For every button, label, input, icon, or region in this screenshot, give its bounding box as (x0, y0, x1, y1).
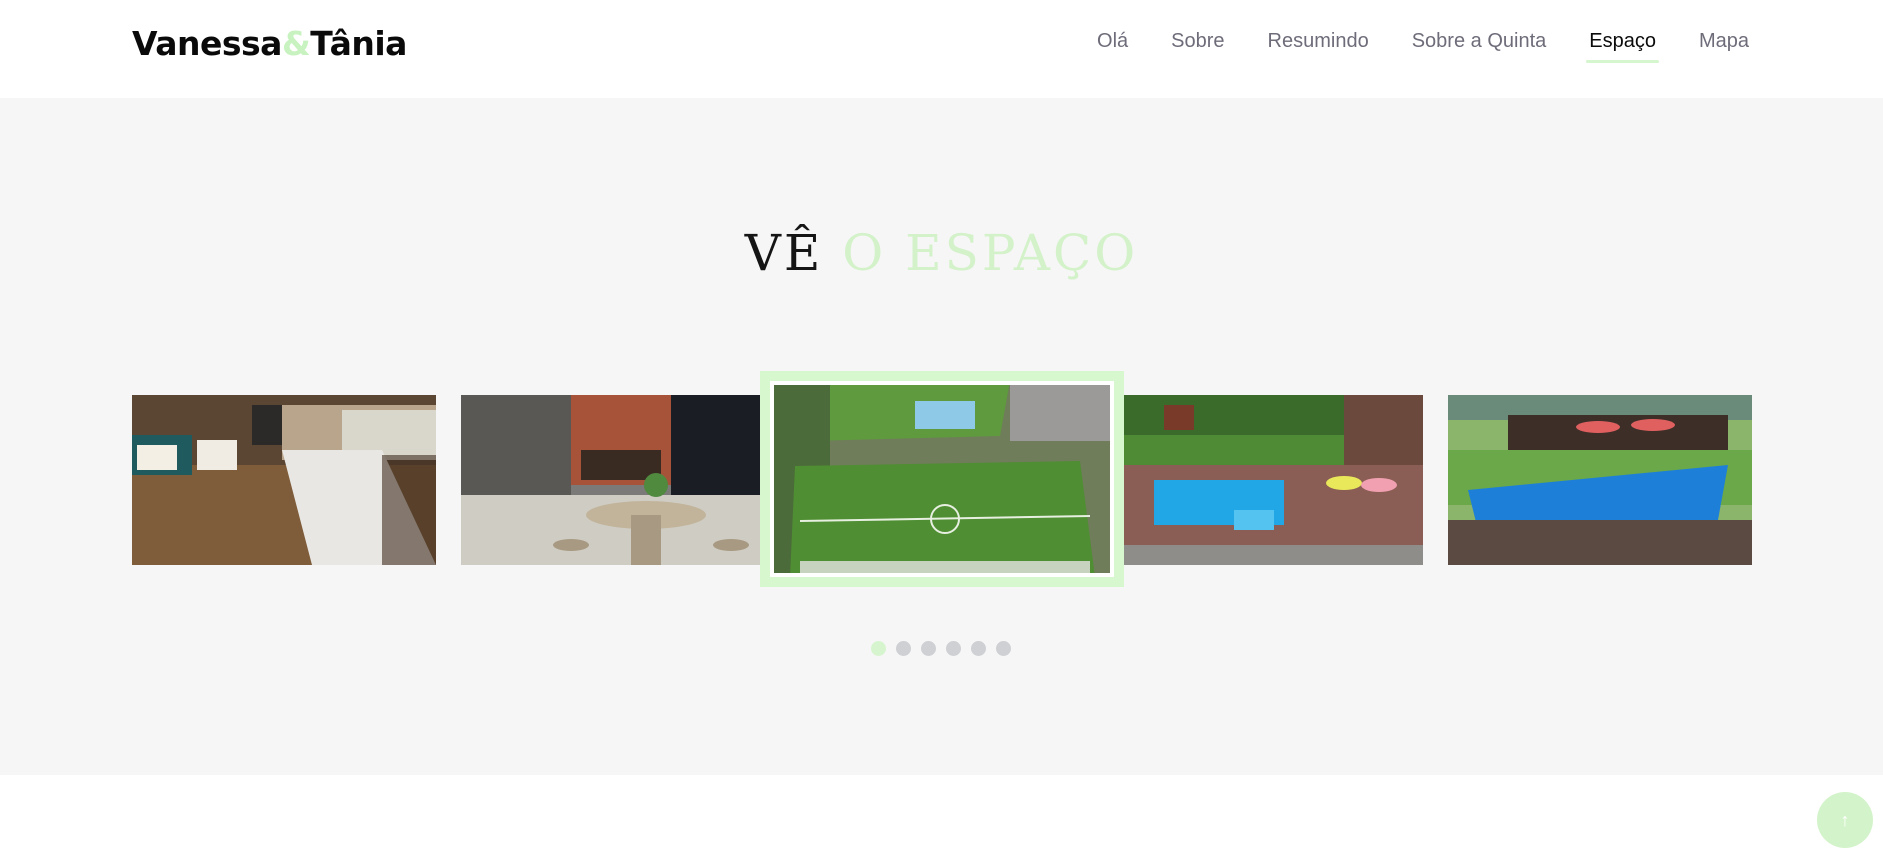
nav-item-mapa[interactable]: Mapa (1699, 30, 1749, 63)
nav-item-resumindo[interactable]: Resumindo (1268, 30, 1369, 63)
section-title-dark: VÊ (744, 224, 824, 282)
nav-item-sobre-a-quinta[interactable]: Sobre a Quinta (1412, 30, 1547, 63)
gallery-slide-pool-house[interactable] (1448, 395, 1752, 565)
section-title: VÊ O ESPAÇO (0, 224, 1883, 282)
main-nav: Olá Sobre Resumindo Sobre a Quinta Espaç… (1097, 30, 1749, 63)
scroll-to-top-button[interactable]: ↑ (1817, 792, 1873, 848)
brand-ampersand: & (281, 24, 311, 63)
brand-logo[interactable]: Vanessa&Tânia (132, 24, 407, 63)
arrow-up-icon: ↑ (1840, 809, 1850, 830)
brand-name-2: Tânia (310, 24, 407, 63)
carousel-dot-1[interactable] (871, 641, 886, 656)
gallery-section: VÊ O ESPAÇO (0, 98, 1883, 775)
nav-item-sobre[interactable]: Sobre (1171, 30, 1224, 63)
active-slide-frame (770, 381, 1114, 577)
nav-item-ola[interactable]: Olá (1097, 30, 1128, 63)
nav-item-espaco[interactable]: Espaço (1586, 30, 1659, 63)
carousel-dot-5[interactable] (971, 641, 986, 656)
gallery-slide-dining-room[interactable] (132, 395, 436, 565)
carousel-dot-3[interactable] (921, 641, 936, 656)
brand-name-1: Vanessa (132, 24, 282, 63)
gallery-slide-barbecue[interactable] (461, 395, 760, 565)
site-header: Vanessa&Tânia Olá Sobre Resumindo Sobre … (0, 0, 1883, 98)
carousel-dot-6[interactable] (996, 641, 1011, 656)
section-title-light: O ESPAÇO (842, 224, 1139, 282)
gallery-slide-pool-garden[interactable] (1124, 395, 1423, 565)
carousel-dot-2[interactable] (896, 641, 911, 656)
carousel-dot-4[interactable] (946, 641, 961, 656)
carousel-dots (871, 641, 1011, 656)
gallery-slide-aerial-field[interactable] (760, 371, 1124, 587)
